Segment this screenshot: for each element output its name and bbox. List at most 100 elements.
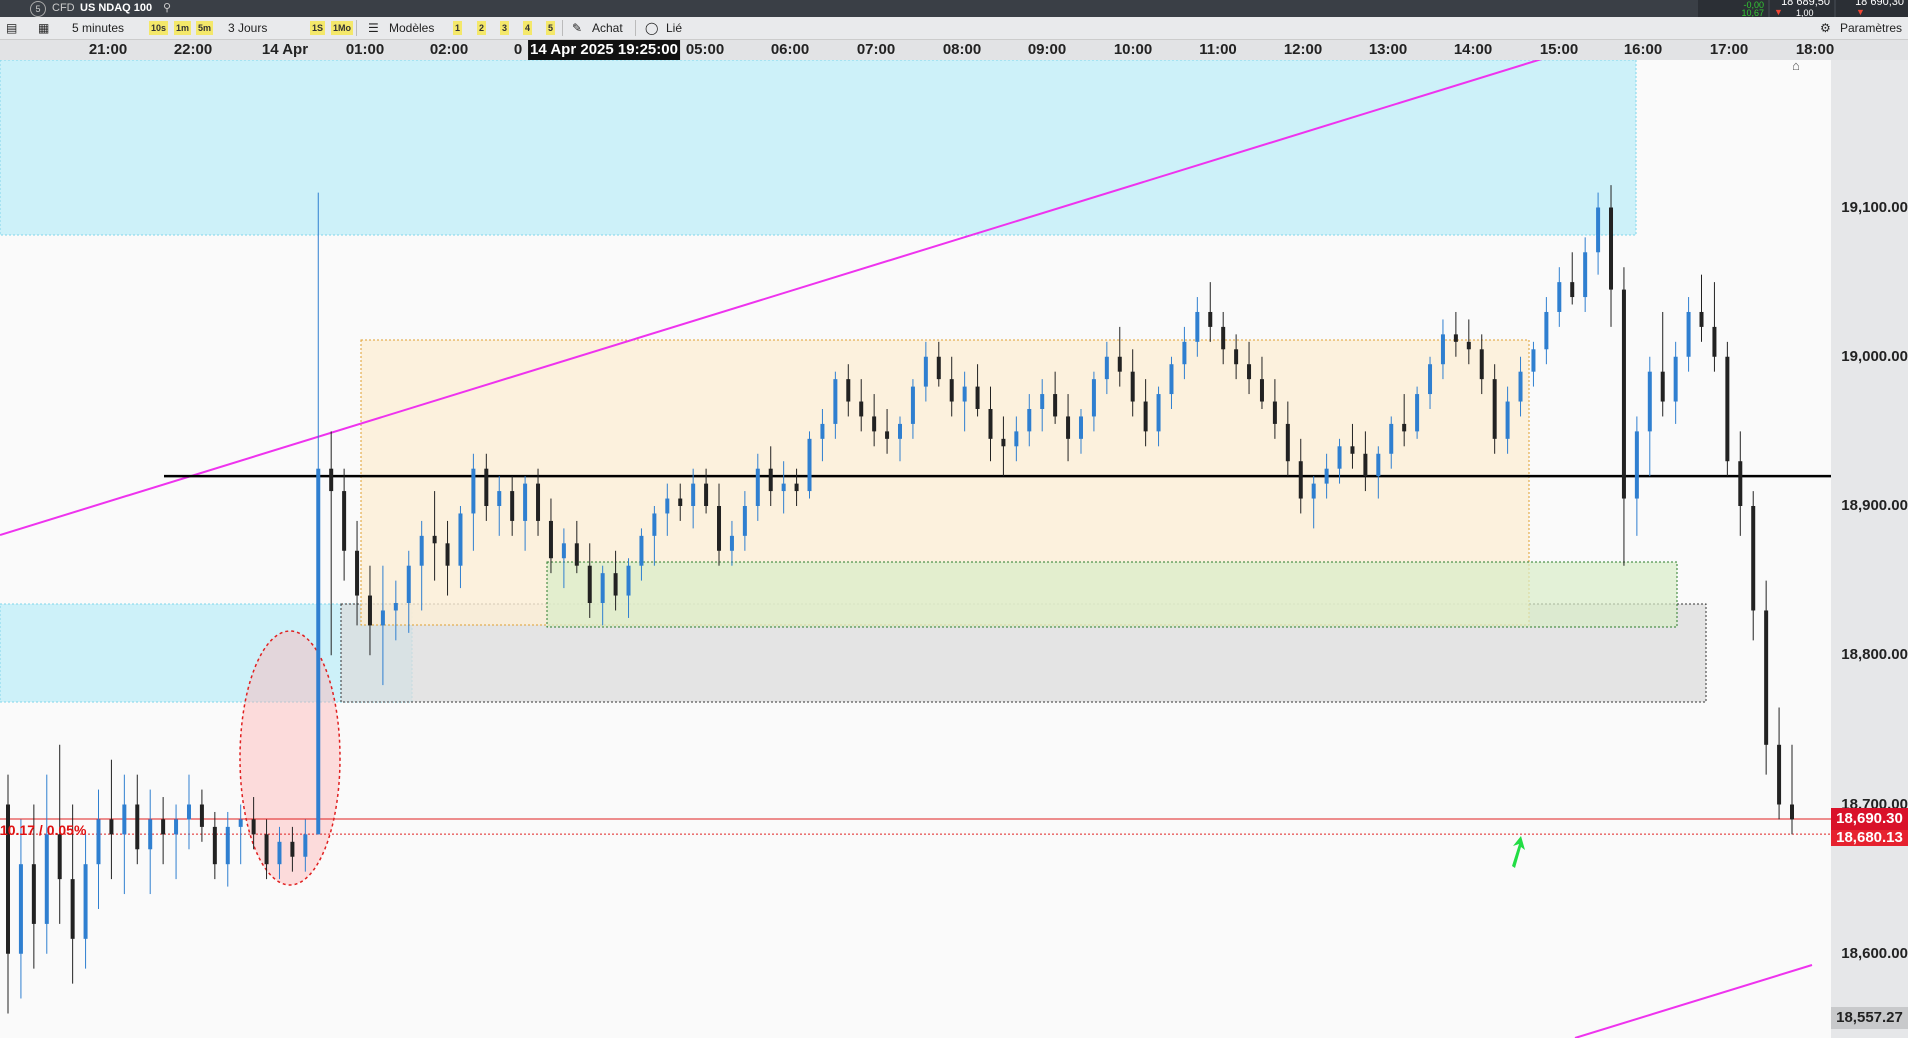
time-tick-label: 10:00: [1113, 41, 1153, 58]
candle-body: [1402, 423, 1407, 432]
time-tick-label: 18:00: [1795, 41, 1835, 58]
gear-icon[interactable]: ⚙: [1820, 21, 1831, 35]
candle-body: [1130, 371, 1135, 402]
time-tick-label: 17:00: [1709, 41, 1749, 58]
slot-4-button[interactable]: 4: [523, 21, 533, 35]
layout-icon[interactable]: ▦: [38, 21, 49, 35]
time-tick-label: 13:00: [1368, 41, 1408, 58]
candle-body: [729, 535, 734, 551]
price-chart[interactable]: [0, 60, 1831, 1038]
sell-price[interactable]: 18 689,50 ▼ 1,00: [1770, 0, 1834, 18]
candle-body: [600, 573, 605, 604]
slot-1-button[interactable]: 1: [453, 21, 463, 35]
candle-body: [329, 468, 334, 492]
highlight-ellipse: [239, 630, 341, 886]
slot-2-button[interactable]: 2: [477, 21, 487, 35]
candle-body: [161, 819, 166, 835]
candle-body: [1479, 349, 1484, 380]
instrument-type: CFD: [52, 2, 75, 14]
candle-body: [846, 379, 851, 402]
candle-body: [742, 506, 747, 536]
buy-price[interactable]: 18 690,30 ▼: [1836, 0, 1908, 17]
change-percent-label: 10.17 / 0.05%: [0, 821, 87, 838]
candle-body: [1686, 311, 1691, 357]
low-price-label: 18,557.27: [1831, 1006, 1908, 1029]
candle-body: [1738, 461, 1743, 506]
range-1mo-button[interactable]: 1Mo: [331, 21, 353, 35]
search-icon[interactable]: ⚲: [163, 1, 171, 14]
supply-zone: [0, 60, 1637, 236]
candle-body: [1621, 289, 1626, 499]
price-tick-label: 18,800.00: [1841, 646, 1908, 664]
candle-body: [820, 423, 825, 439]
candle-body: [574, 543, 579, 566]
candle-body: [1751, 506, 1756, 611]
buy-icon[interactable]: ✎: [572, 21, 582, 35]
slot-3-button[interactable]: 3: [500, 21, 510, 35]
tf-1m-button[interactable]: 1m: [174, 21, 192, 35]
candle-body: [1557, 282, 1562, 312]
sell-quote[interactable]: -0,00 10,67: [1698, 0, 1768, 18]
tf-10s-button[interactable]: 10s: [149, 21, 169, 35]
candle-body: [1699, 311, 1704, 327]
list-icon[interactable]: ▤: [6, 21, 17, 35]
candle-body: [432, 535, 437, 544]
time-tick-label: 11:00: [1199, 41, 1237, 58]
range-select[interactable]: 3 Jours: [228, 21, 267, 35]
candle-body: [639, 535, 644, 566]
candle-body: [1311, 483, 1316, 499]
toolbar-divider: [635, 20, 636, 36]
models-icon[interactable]: ☰: [368, 21, 379, 35]
time-axis[interactable]: 21:00 22:00 14 Apr 01:00 02:00 05:00 06:00 07:0…: [0, 40, 1908, 60]
tf-5m-button[interactable]: 5m: [196, 21, 214, 35]
time-tick-label: 07:00: [856, 41, 896, 58]
candle-body: [859, 401, 864, 417]
instrument-logo-icon: 5: [30, 1, 46, 17]
range-1s-button[interactable]: 1S: [310, 21, 326, 35]
candle-body: [613, 573, 618, 596]
candle-body: [238, 819, 243, 827]
candle-body: [962, 386, 967, 402]
linked-button[interactable]: Lié: [666, 21, 682, 35]
crosshair-time-label: 14 Apr 2025 19:25:00: [528, 40, 680, 60]
price-tick-label: 19,000.00: [1841, 347, 1908, 365]
candle-body: [1156, 394, 1161, 432]
candle-body: [1247, 364, 1252, 380]
candle-body: [1634, 431, 1639, 499]
candle-body: [510, 491, 515, 521]
down-arrow-icon: ▼: [1774, 7, 1783, 17]
candle-body: [445, 543, 450, 566]
candle-body: [96, 819, 101, 865]
settings-button[interactable]: Paramètres: [1840, 21, 1902, 35]
candle-body: [910, 386, 915, 424]
candle-body: [1531, 349, 1536, 372]
candle-body: [31, 864, 36, 924]
candle-body: [458, 513, 463, 566]
timeframe-select[interactable]: 5 minutes: [72, 21, 124, 35]
candle-body: [1324, 468, 1329, 484]
models-button[interactable]: Modèles: [389, 21, 434, 35]
buy-button[interactable]: Achat: [592, 21, 623, 35]
link-icon[interactable]: ◯: [645, 21, 658, 35]
candle-body: [406, 565, 411, 604]
instrument-symbol[interactable]: US NDAQ 100: [80, 2, 152, 14]
candle-body: [781, 483, 786, 492]
candle-body: [1143, 401, 1148, 432]
candle-body: [109, 819, 114, 835]
candle-body: [704, 483, 709, 506]
candle-body: [898, 423, 902, 439]
candle-body: [975, 386, 980, 409]
candle-body: [536, 483, 541, 521]
candle-body: [290, 841, 295, 857]
candle-body: [1583, 252, 1588, 298]
home-icon[interactable]: ⌂: [1792, 58, 1800, 73]
candle-body: [83, 864, 88, 939]
price-tick-label: 18,600.00: [1841, 944, 1908, 962]
candle-body: [1259, 379, 1264, 402]
price-axis[interactable]: 19,100.00 19,000.00 18,900.00 18,800.00 18,7…: [1831, 60, 1908, 1038]
candle-body: [1673, 356, 1678, 402]
candle-body: [70, 879, 75, 939]
chart-toolbar: ▤ ▦ 5 minutes 10s 1m 5m 3 Jours 1S 1Mo ☰…: [0, 17, 1908, 40]
slot-5-button[interactable]: 5: [546, 21, 556, 35]
candle-body: [1117, 356, 1122, 372]
